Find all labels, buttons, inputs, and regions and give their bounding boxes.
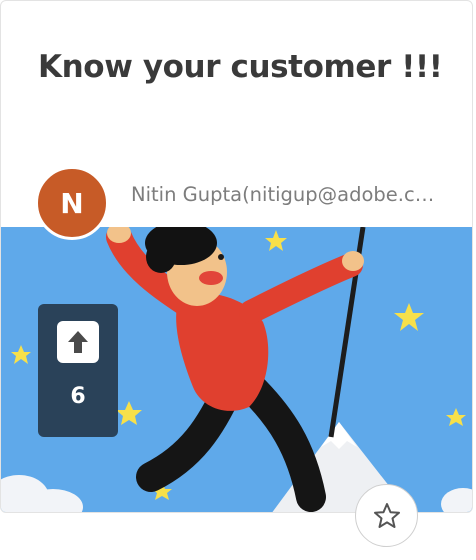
author-avatar[interactable]: N bbox=[35, 166, 109, 240]
idea-card[interactable]: Know your customer !!! Nitin Gupta(nitig… bbox=[0, 0, 473, 513]
author-name: Nitin Gupta(nitigup@adobe.com) bbox=[131, 183, 439, 206]
card-title[interactable]: Know your customer !!! bbox=[38, 49, 443, 85]
upvote-button[interactable]: 6 bbox=[38, 304, 118, 437]
vote-count: 6 bbox=[70, 384, 86, 409]
upvote-arrow-icon bbox=[57, 321, 99, 363]
star-outline-icon bbox=[373, 502, 401, 530]
favorite-button[interactable] bbox=[355, 484, 418, 547]
